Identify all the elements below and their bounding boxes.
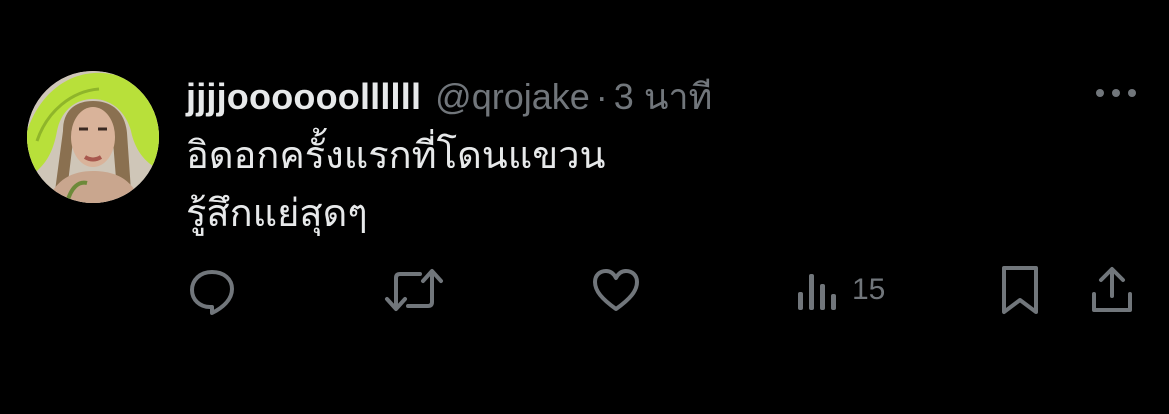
user-handle[interactable]: @qrojake <box>435 76 590 118</box>
retweet-button[interactable] <box>384 262 444 318</box>
timestamp[interactable]: 3 นาที <box>614 68 713 125</box>
avatar[interactable] <box>27 71 159 203</box>
tweet-text-line: อิดอกครั้งแรกที่โดนแขวน <box>186 135 606 177</box>
retweet-icon <box>385 269 443 311</box>
view-count: 15 <box>852 273 886 306</box>
tweet-text-line: รู้สึกแย่สุดๆ <box>186 193 368 235</box>
more-button[interactable] <box>1092 85 1140 101</box>
like-button[interactable] <box>590 262 642 318</box>
views-icon <box>798 274 836 310</box>
tweet-text: อิดอกครั้งแรกที่โดนแขวน รู้สึกแย่สุดๆ <box>186 127 606 243</box>
separator-dot: · <box>595 76 608 117</box>
tweet-header: jjjjoooooollllll @qrojake · 3 นาที <box>186 68 712 120</box>
tweet[interactable]: jjjjoooooollllll @qrojake · 3 นาที อิดอก… <box>0 0 1169 414</box>
views-button[interactable]: 15 <box>796 262 885 318</box>
display-name[interactable]: jjjjoooooollllll <box>186 76 421 118</box>
action-bar: 15 <box>0 262 1169 322</box>
bookmark-button[interactable] <box>998 262 1042 318</box>
avatar-image <box>27 71 159 203</box>
share-icon <box>1092 267 1132 312</box>
share-button[interactable] <box>1088 262 1136 318</box>
bookmark-icon <box>1002 266 1038 314</box>
like-icon <box>593 269 639 311</box>
reply-icon <box>190 270 234 315</box>
more-icon <box>1096 89 1136 97</box>
reply-button[interactable] <box>186 262 238 318</box>
